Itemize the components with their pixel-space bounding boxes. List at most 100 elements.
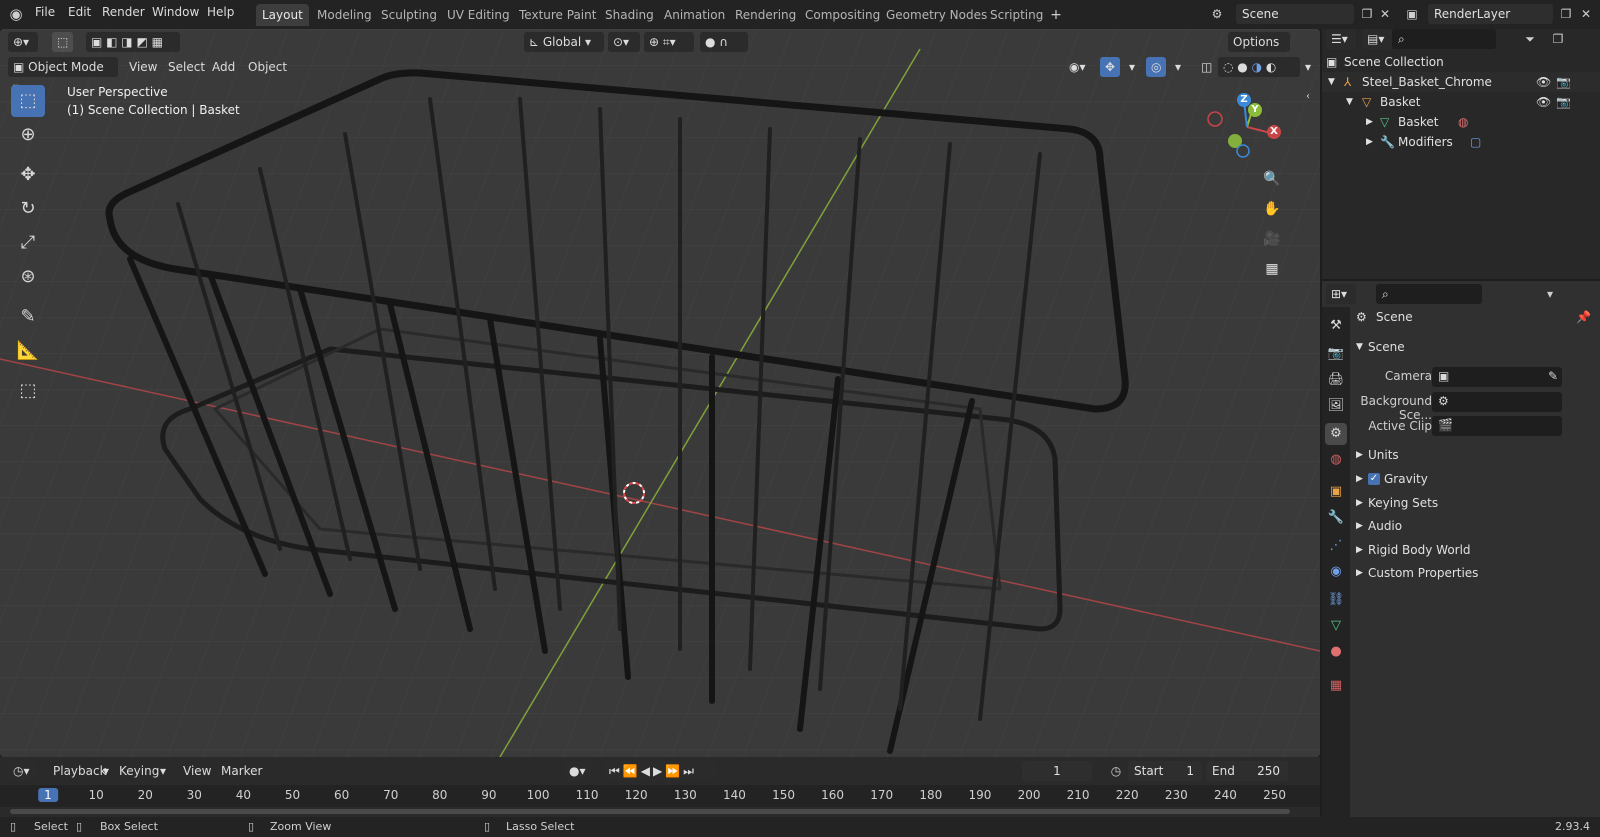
active-clip-field[interactable]: 🎬 xyxy=(1432,416,1562,436)
scene-panel-header[interactable]: ▼ Scene xyxy=(1354,336,1598,358)
new-scene-icon[interactable]: ❐ xyxy=(1357,4,1377,24)
render-camera-icon[interactable]: 📷 xyxy=(1556,72,1571,92)
outliner-row-scene-collection[interactable]: ▣ Scene Collection xyxy=(1322,52,1600,72)
overlays-toggle-icon[interactable]: ◎ xyxy=(1146,57,1167,77)
tab-sculpting[interactable]: Sculpting xyxy=(375,4,443,26)
new-collection-icon[interactable]: ❐ xyxy=(1548,29,1568,49)
scale-tool[interactable]: ⤢ xyxy=(11,227,45,259)
tab-rendering[interactable]: Rendering xyxy=(729,4,802,26)
menu-add[interactable]: Add xyxy=(207,57,240,77)
render-tab-icon[interactable]: 📷 xyxy=(1325,343,1347,365)
scene-type-icon[interactable]: ⚙ xyxy=(1207,4,1227,24)
measure-tool[interactable]: 📐 xyxy=(11,335,45,367)
scene-tab-icon[interactable]: ⚙ xyxy=(1325,423,1347,445)
options-dropdown[interactable]: Options ▾ xyxy=(1228,32,1290,69)
add-workspace-icon[interactable]: + xyxy=(1046,5,1066,25)
select-tool-icon[interactable]: ⬚ xyxy=(52,32,74,52)
gravity-checkbox[interactable]: ✓ xyxy=(1368,473,1380,485)
outliner-search-input[interactable]: ⌕ xyxy=(1392,29,1496,49)
tab-scripting[interactable]: Scripting xyxy=(984,4,1049,26)
expand-arrow-icon[interactable]: ▼ xyxy=(1346,92,1353,112)
outliner-editor-type-button[interactable]: ☰▾ xyxy=(1326,29,1356,49)
tab-geometry-nodes[interactable]: Geometry Nodes xyxy=(880,4,993,26)
display-mode-dropdown[interactable]: ▤▾ xyxy=(1362,29,1392,49)
tab-texture-paint[interactable]: Texture Paint xyxy=(513,4,602,26)
menu-view[interactable]: View xyxy=(124,57,162,77)
collapse-sidebar-icon[interactable]: ‹ xyxy=(1298,87,1318,107)
playback-controls[interactable]: ⏮⏪◀▶⏩⏭ xyxy=(604,761,718,781)
scene-field[interactable]: Scene xyxy=(1236,4,1354,24)
menu-render[interactable]: Render xyxy=(102,5,145,19)
shading-modes[interactable]: ◌ ● ◑ ◐ xyxy=(1218,57,1300,77)
auto-keying-toggle[interactable]: ●▾ xyxy=(564,761,591,781)
outliner-row-modifiers[interactable]: ▶ 🔧 Modifiers ▢ xyxy=(1322,132,1600,152)
hide-in-viewport-icon[interactable]: 👁 xyxy=(1536,92,1551,112)
navigation-gizmo[interactable]: X Y Z xyxy=(1205,89,1295,169)
output-tab-icon[interactable]: 🖨 xyxy=(1325,369,1347,391)
tab-animation[interactable]: Animation xyxy=(658,4,731,26)
gizmo-toggle-icon[interactable]: ✥ xyxy=(1100,57,1121,77)
current-frame-marker[interactable]: 1 xyxy=(38,788,58,802)
transform-tool[interactable]: ⊛ xyxy=(11,261,45,293)
render-camera-icon[interactable]: 📷 xyxy=(1556,92,1571,112)
menu-select[interactable]: Select xyxy=(163,57,210,77)
gravity-subpanel[interactable]: ▶ ✓ Gravity xyxy=(1354,468,1598,490)
3d-viewport[interactable]: ⊕▾ ⬚ ▣ ◧ ◨ ◩ ▦ ⊾ Global ▾ ⊙▾ ⊕ ⌗▾ ● ∩ Op… xyxy=(0,29,1320,757)
transform-orientation-dropdown[interactable]: ⊾ Global ▾ xyxy=(524,32,604,52)
physics-tab-icon[interactable]: ◉ xyxy=(1325,561,1347,583)
texture-tab-icon[interactable]: ▦ xyxy=(1325,675,1347,697)
data-tab-icon[interactable]: ▽ xyxy=(1325,615,1347,637)
properties-editor-type-button[interactable]: ⊞▾ xyxy=(1326,284,1356,304)
tab-uv-editing[interactable]: UV Editing xyxy=(441,4,516,26)
outliner-row-steel-basket-chrome[interactable]: ▼ ⅄ Steel_Basket_Chrome 👁 📷 xyxy=(1322,72,1600,92)
keying-sets-subpanel[interactable]: ▶ Keying Sets xyxy=(1354,492,1598,514)
outliner-row-basket-object[interactable]: ▼ ▽ Basket 👁 📷 xyxy=(1322,92,1600,112)
shading-dropdown-icon[interactable]: ▾ xyxy=(1300,57,1316,77)
current-frame-field[interactable]: 1 xyxy=(1022,761,1092,781)
material-icon[interactable]: ◍ xyxy=(1458,112,1468,132)
menu-help[interactable]: Help xyxy=(207,5,234,19)
blender-logo-icon[interactable]: ◉ xyxy=(6,4,26,24)
modifier-tab-icon[interactable]: 🔧 xyxy=(1325,507,1347,529)
gizmo-dropdown-icon[interactable]: ▾ xyxy=(1124,57,1140,77)
pivot-point-dropdown[interactable]: ⊙▾ xyxy=(608,32,640,52)
pan-hand-icon[interactable]: ✋ xyxy=(1258,195,1286,223)
custom-properties-subpanel[interactable]: ▶ Custom Properties xyxy=(1354,562,1598,584)
tab-compositing[interactable]: Compositing xyxy=(799,4,886,26)
properties-search-input[interactable]: ⌕ xyxy=(1376,284,1482,304)
particles-tab-icon[interactable]: ⋰ xyxy=(1325,535,1347,557)
preview-range-icon[interactable]: ◷ xyxy=(1106,761,1126,781)
timeline-ruler[interactable]: 1 10 20 30 40 50 60 70 80 90 100 110 120 130 140 150 160… xyxy=(0,785,1320,807)
expand-arrow-icon[interactable]: ▶ xyxy=(1366,112,1373,132)
eyedropper-icon[interactable]: ✎ xyxy=(1548,369,1558,383)
annotate-tool[interactable]: ✎ xyxy=(11,301,45,333)
modifier-icon[interactable]: ▢ xyxy=(1470,132,1481,152)
snap-toggle[interactable]: ⊕ ⌗▾ xyxy=(644,32,694,52)
selection-mode-buttons[interactable]: ▣ ◧ ◨ ◩ ▦ xyxy=(86,32,180,52)
menu-timeline-view[interactable]: View xyxy=(178,761,216,781)
tab-modeling[interactable]: Modeling xyxy=(311,4,378,26)
menu-marker[interactable]: Marker xyxy=(216,761,267,781)
filter-icon[interactable]: ⏷ xyxy=(1520,29,1540,49)
audio-subpanel[interactable]: ▶ Audio xyxy=(1354,515,1598,537)
ortho-grid-icon[interactable]: ▦ xyxy=(1258,255,1286,283)
renderlayer-field[interactable]: RenderLayer xyxy=(1428,4,1553,24)
renderlayer-type-icon[interactable]: ▣ xyxy=(1402,4,1422,24)
world-tab-icon[interactable]: ◍ xyxy=(1325,449,1347,471)
outliner-row-basket-mesh[interactable]: ▶ ▽ Basket ◍ xyxy=(1322,112,1600,132)
visibility-icon[interactable]: ◉▾ xyxy=(1064,57,1091,77)
move-tool[interactable]: ✥ xyxy=(11,159,45,191)
zoom-icon[interactable]: 🔍 xyxy=(1258,165,1286,193)
hide-in-viewport-icon[interactable]: 👁 xyxy=(1536,72,1551,92)
menu-file[interactable]: File xyxy=(35,5,55,19)
units-subpanel[interactable]: ▶ Units xyxy=(1354,444,1598,466)
pin-icon[interactable]: 📌 xyxy=(1576,306,1591,328)
tab-layout[interactable]: Layout xyxy=(256,4,309,26)
delete-renderlayer-icon[interactable]: ✕ xyxy=(1576,4,1596,24)
xray-toggle-icon[interactable]: ◫ xyxy=(1196,57,1217,77)
background-scene-field[interactable]: ⚙ xyxy=(1432,392,1562,412)
material-tab-icon[interactable]: ● xyxy=(1325,641,1347,663)
rotate-tool[interactable]: ↻ xyxy=(11,193,45,225)
tool-tab-icon[interactable]: ⚒ xyxy=(1325,315,1347,337)
overlays-dropdown-icon[interactable]: ▾ xyxy=(1170,57,1186,77)
